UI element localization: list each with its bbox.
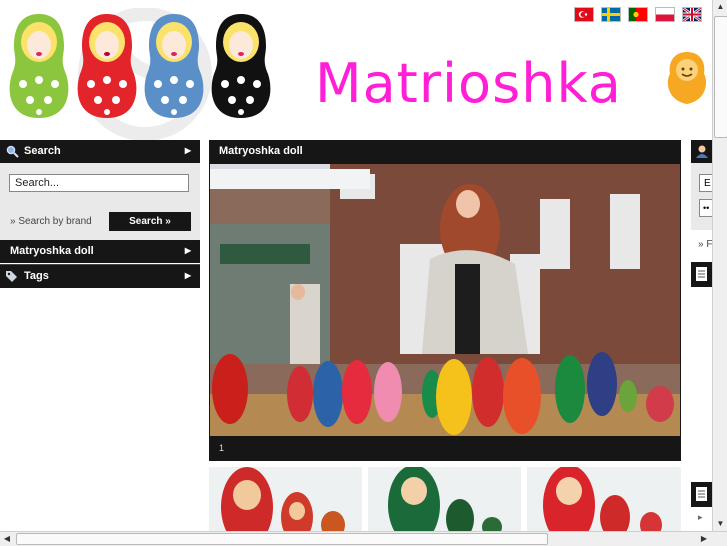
doll-green-image (9, 14, 69, 118)
scroll-left-arrow-icon[interactable]: ◀ (0, 532, 14, 546)
tag-icon (6, 271, 17, 282)
search-panel-title: Search (24, 145, 61, 157)
chevron-right-icon: ▶ (184, 246, 191, 255)
document-icon (696, 267, 707, 281)
login-panel: E •• (691, 163, 712, 230)
vertical-scrollbar[interactable]: ▲ ▼ (712, 0, 727, 531)
tags-panel-header[interactable]: Tags ▶ (0, 264, 200, 288)
search-panel-header[interactable]: Search ▶ (0, 140, 200, 163)
thumbnail-2-image (368, 467, 521, 531)
tags-title: Tags (24, 270, 49, 282)
thumbnail-3[interactable] (527, 467, 681, 531)
category-label: Matryoshka doll (10, 245, 94, 257)
doll-black-image (211, 14, 271, 118)
chevron-right-icon: ▶ (184, 271, 191, 280)
horizontal-scroll-thumb[interactable] (16, 533, 548, 545)
scroll-up-arrow-icon[interactable]: ▲ (714, 0, 727, 14)
vertical-scroll-thumb[interactable] (714, 16, 727, 138)
thumbnail-1[interactable] (209, 467, 362, 531)
search-input[interactable]: Search... (9, 174, 189, 192)
site-header: Matrioshka (0, 0, 712, 140)
doll-blue-image (144, 14, 204, 118)
main-section-title: Matryoshka doll (219, 145, 303, 157)
horizontal-scrollbar[interactable]: ◀ ▶ (0, 531, 727, 546)
scroll-right-arrow-icon[interactable]: ▶ (697, 532, 711, 546)
slide-caption: 1 (219, 443, 225, 453)
chevron-right-icon[interactable]: ▸ (698, 512, 703, 523)
swedish-flag-icon[interactable] (601, 7, 621, 22)
username-field[interactable]: E (699, 174, 712, 192)
category-matryoshka-doll[interactable]: Matryoshka doll ▶ (0, 240, 200, 263)
language-flags (574, 7, 702, 22)
turkish-flag-icon[interactable] (574, 7, 594, 22)
chevron-right-icon: ▶ (184, 146, 191, 155)
british-flag-icon[interactable] (682, 7, 702, 22)
thumbnail-2[interactable] (368, 467, 521, 531)
search-panel: Search... » Search by brand Search » (0, 163, 200, 243)
polish-flag-icon[interactable] (655, 7, 675, 22)
magnifier-icon (6, 145, 19, 158)
thumbnail-1-image (209, 467, 362, 531)
search-button[interactable]: Search » (109, 212, 191, 231)
password-field[interactable]: •• (699, 199, 712, 217)
document-icon (696, 487, 707, 501)
main-section-header: Matryoshka doll (209, 140, 681, 163)
right-panel-link[interactable]: » F (698, 239, 712, 250)
document-panel-header-1[interactable] (691, 262, 712, 287)
user-panel-header[interactable] (691, 140, 712, 163)
document-panel-header-2[interactable] (691, 482, 712, 507)
doll-red-image (77, 14, 137, 118)
thumbnail-3-image (527, 467, 681, 531)
search-by-brand-link[interactable]: » Search by brand (10, 216, 92, 227)
photo-slideshow[interactable]: 1 (209, 163, 681, 461)
orange-doll-mascot-image (667, 52, 707, 104)
user-icon (696, 145, 708, 158)
site-logo-text[interactable]: Matrioshka (315, 52, 622, 115)
market-stall-photo (210, 164, 680, 436)
scroll-down-arrow-icon[interactable]: ▼ (714, 517, 727, 531)
portuguese-flag-icon[interactable] (628, 7, 648, 22)
